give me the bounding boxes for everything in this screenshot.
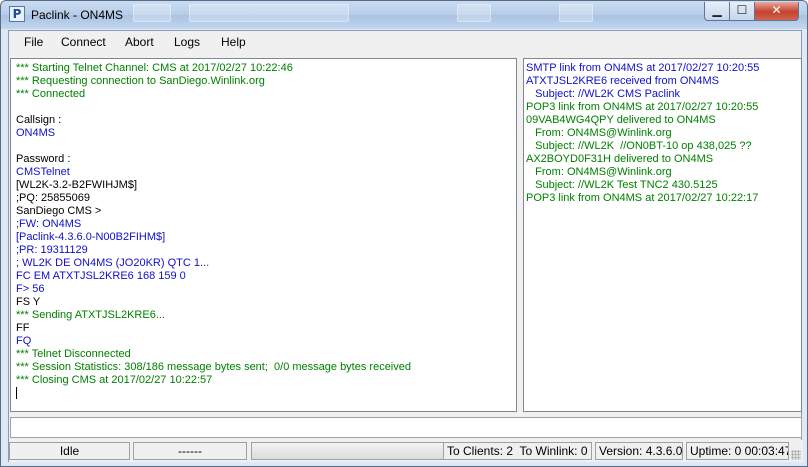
message-log-line: 09VAB4WG4QPY delivered to ON4MS bbox=[526, 114, 716, 126]
session-log-line bbox=[16, 101, 411, 114]
message-log-line: From: ON4MS@Winlink.org bbox=[526, 127, 672, 139]
to-clients-count: To Clients: 2 bbox=[447, 444, 514, 458]
message-log-line: Subject: //WL2K //ON0BT-10 op 438,025 ?? bbox=[526, 140, 752, 152]
session-log-line: *** Connected bbox=[16, 88, 86, 100]
titlebar-ghost bbox=[457, 4, 491, 22]
app-window: P Paclink - ON4MS ▁ ☐ ✕ File Connect Abo… bbox=[0, 0, 808, 467]
session-log-line: Password : bbox=[16, 153, 71, 165]
session-log-line: F> 56 bbox=[16, 283, 45, 295]
resize-grip[interactable] bbox=[791, 450, 801, 460]
session-log-line: SanDiego CMS > bbox=[16, 205, 102, 217]
maximize-button[interactable]: ☐ bbox=[729, 2, 755, 21]
session-log-line: ;FW: ON4MS bbox=[16, 218, 82, 230]
session-log-line: ; WL2K DE ON4MS (JO20KR) QTC 1... bbox=[16, 257, 210, 269]
session-log-line: Callsign : bbox=[16, 114, 62, 126]
session-log-line: CMSTelnet bbox=[16, 166, 70, 178]
text-caret bbox=[16, 387, 17, 399]
menu-help[interactable]: Help bbox=[221, 35, 246, 49]
title-bar[interactable]: P Paclink - ON4MS ▁ ☐ ✕ bbox=[1, 1, 807, 29]
message-log-line: SMTP link from ON4MS at 2017/02/27 10:20… bbox=[526, 62, 760, 74]
status-message-box bbox=[10, 417, 802, 438]
client-area: File Connect Abort Logs Help *** Startin… bbox=[8, 30, 803, 462]
menu-abort[interactable]: Abort bbox=[125, 35, 154, 49]
menu-logs[interactable]: Logs bbox=[174, 35, 200, 49]
session-log-line: [Paclink-4.3.6.0-N00B2FIHM$] bbox=[16, 231, 166, 243]
message-log-line: AX2BOYD0F31H delivered to ON4MS bbox=[526, 153, 714, 165]
titlebar-ghost bbox=[189, 4, 349, 22]
message-log-line: From: ON4MS@Winlink.org bbox=[526, 166, 672, 178]
status-channel: ------ bbox=[133, 442, 247, 460]
menu-bar: File Connect Abort Logs Help bbox=[9, 31, 801, 53]
session-log-line: *** Closing CMS at 2017/02/27 10:22:57 bbox=[16, 374, 213, 386]
status-uptime: Uptime: 0 00:03:47 bbox=[686, 442, 789, 460]
session-log-line: ON4MS bbox=[16, 127, 56, 139]
session-log-line: *** Session Statistics: 308/186 message … bbox=[16, 361, 411, 373]
titlebar-ghost bbox=[559, 4, 593, 22]
message-log-line: Subject: //WL2K CMS Paclink bbox=[526, 88, 681, 100]
status-state: Idle bbox=[9, 442, 130, 460]
session-log-textbox[interactable]: *** Starting Telnet Channel: CMS at 2017… bbox=[10, 58, 517, 412]
close-button[interactable]: ✕ bbox=[754, 2, 799, 21]
session-log-line: *** Telnet Disconnected bbox=[16, 348, 131, 360]
session-log-line: FF bbox=[16, 322, 30, 334]
session-log-line: ;PR: 19311129 bbox=[16, 244, 88, 256]
session-log-line: ;PQ: 25855069 bbox=[16, 192, 91, 204]
session-log-line: *** Requesting connection to SanDiego.Wi… bbox=[16, 75, 265, 87]
session-log-line: FQ bbox=[16, 335, 32, 347]
status-bar: Idle ------ To Clients: 2 To Winlink: 0 … bbox=[9, 440, 803, 462]
minimize-button[interactable]: ▁ bbox=[704, 2, 730, 21]
session-log-line bbox=[16, 140, 411, 153]
message-log-line: POP3 link from ON4MS at 2017/02/27 10:20… bbox=[526, 101, 759, 113]
session-log-line: FC EM ATXTJSL2KRE6 168 159 0 bbox=[16, 270, 186, 282]
status-queue: To Clients: 2 To Winlink: 0 bbox=[443, 442, 592, 460]
menu-connect[interactable]: Connect bbox=[61, 35, 106, 49]
progress-bar bbox=[251, 442, 444, 460]
titlebar-ghost bbox=[133, 4, 171, 22]
message-log-line: ATXTJSL2KRE6 received from ON4MS bbox=[526, 75, 719, 87]
message-log-line: POP3 link from ON4MS at 2017/02/27 10:22… bbox=[526, 192, 759, 204]
message-log-line: Subject: //WL2K Test TNC2 430.5125 bbox=[526, 179, 718, 191]
session-log-line: FS Y bbox=[16, 296, 41, 308]
menu-file[interactable]: File bbox=[24, 35, 43, 49]
message-log-textbox[interactable]: SMTP link from ON4MS at 2017/02/27 10:20… bbox=[523, 58, 802, 412]
session-log-line: *** Sending ATXTJSL2KRE6... bbox=[16, 309, 165, 321]
status-version: Version: 4.3.6.0 bbox=[595, 442, 683, 460]
session-log-line: [WL2K-3.2-B2FWIHJM$] bbox=[16, 179, 138, 191]
paclink-app-icon[interactable]: P bbox=[9, 6, 25, 22]
session-log-line: *** Starting Telnet Channel: CMS at 2017… bbox=[16, 62, 293, 74]
window-title: Paclink - ON4MS bbox=[31, 8, 124, 22]
to-winlink-count: To Winlink: 0 bbox=[519, 444, 588, 458]
